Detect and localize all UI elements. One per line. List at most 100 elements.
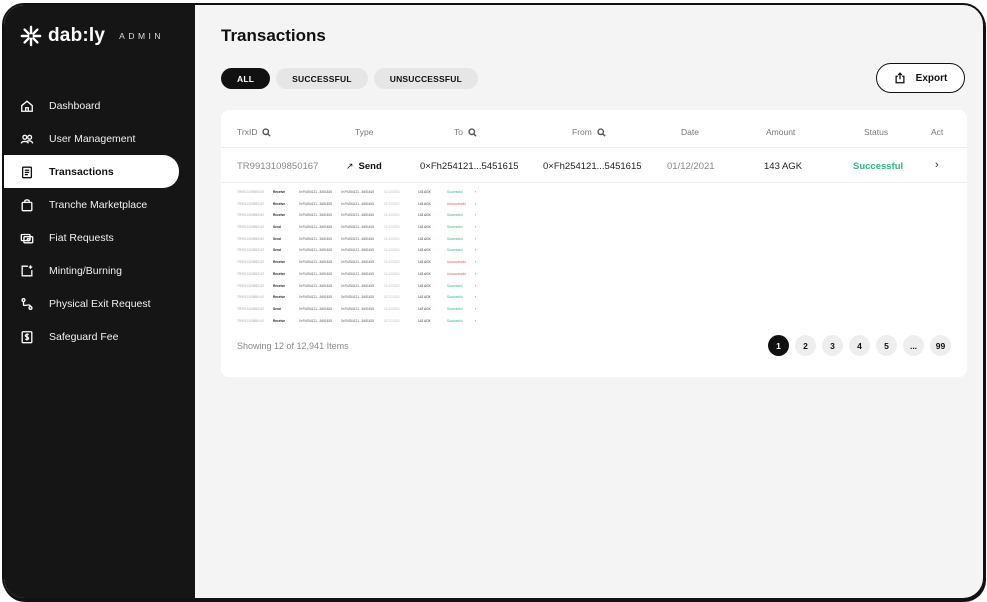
trx-to: 0×Fh254121...5451615 bbox=[299, 271, 333, 276]
table-row[interactable]: TR9913109850167 Send 0×Fh254121...5451615 0… bbox=[237, 245, 487, 257]
chevron-right-icon[interactable]: › bbox=[475, 319, 476, 323]
bag-icon bbox=[20, 198, 34, 212]
trx-from: 0×Fh254121...5451615 bbox=[341, 260, 375, 265]
status-filter-tabs: ALL SUCCESSFUL UNSUCCESSFUL bbox=[221, 68, 479, 89]
chevron-right-icon[interactable]: › bbox=[475, 237, 476, 241]
trx-to: 0×Fh254121...5451615 bbox=[299, 306, 333, 311]
brand-logo[interactable]: dab:ly ADMIN bbox=[20, 25, 164, 47]
trx-id: TR9913109850167 bbox=[237, 283, 265, 288]
filter-unsuccessful[interactable]: UNSUCCESSFUL bbox=[373, 68, 479, 89]
sidebar-item-label: Safeguard Fee bbox=[49, 330, 119, 343]
column-from[interactable]: From bbox=[572, 127, 606, 137]
search-icon[interactable] bbox=[262, 127, 272, 137]
trx-type: Send bbox=[273, 236, 281, 241]
table-row[interactable]: TR9913109850167 Receive 0×Fh254121...54516… bbox=[237, 269, 487, 281]
trx-from: 0×Fh254121...5451615 bbox=[341, 213, 375, 218]
table-row[interactable]: TR9913109850167 Send 0×Fh254121...5451615 0… bbox=[237, 304, 487, 316]
table-row[interactable]: TR9913109850167 ↗ Send 0×Fh254121...5451… bbox=[221, 149, 967, 183]
items-count: Showing 12 of 12,941 Items bbox=[237, 341, 349, 351]
chevron-right-icon[interactable]: › bbox=[935, 159, 939, 171]
page-1-button[interactable]: 1 bbox=[768, 335, 789, 356]
trx-id: TR9913109850167 bbox=[237, 248, 265, 253]
chevron-right-icon[interactable]: › bbox=[475, 213, 476, 217]
trx-date: 01/12/2021 bbox=[384, 213, 400, 218]
sidebar-item-user-management[interactable]: User Management bbox=[4, 122, 195, 155]
table-row[interactable]: TR9913109850167 Receive 0×Fh254121...54516… bbox=[237, 257, 487, 269]
sidebar-item-dashboard[interactable]: Dashboard bbox=[4, 89, 195, 122]
chevron-right-icon[interactable]: › bbox=[475, 307, 476, 311]
status-badge: Successful bbox=[447, 236, 463, 241]
users-icon bbox=[20, 132, 34, 146]
sidebar-item-physical-exit-request[interactable]: Physical Exit Request bbox=[4, 287, 195, 320]
sidebar-item-transactions[interactable]: Transactions bbox=[4, 155, 179, 188]
status-badge: Unsuccessful bbox=[447, 260, 466, 265]
sidebar-nav: Dashboard User Management Transactions T… bbox=[4, 89, 195, 353]
column-amount: Amount bbox=[766, 127, 795, 137]
page-4-button[interactable]: 4 bbox=[849, 335, 870, 356]
table-row[interactable]: TR9913109850167 Receive 0×Fh254121...54516… bbox=[237, 210, 487, 222]
table-row[interactable]: TR9913109850167 Receive 0×Fh254121...54516… bbox=[237, 281, 487, 293]
trx-amount: 143 AGK bbox=[418, 271, 431, 276]
trx-date: 01/12/2021 bbox=[384, 318, 400, 323]
chevron-right-icon[interactable]: › bbox=[475, 260, 476, 264]
trx-type: Send bbox=[273, 225, 281, 230]
page-99-button[interactable]: 99 bbox=[930, 335, 951, 356]
export-button[interactable]: Export bbox=[876, 63, 965, 93]
sidebar-item-fiat-requests[interactable]: Fiat Requests bbox=[4, 221, 195, 254]
trx-date: 01/12/2021 bbox=[384, 283, 400, 288]
sidebar-item-label: Transactions bbox=[49, 165, 114, 178]
sidebar: dab:ly ADMIN Dashboard User Management T… bbox=[4, 5, 195, 598]
status-badge: Successful bbox=[447, 225, 463, 230]
trx-date: 01/12/2021 bbox=[384, 225, 400, 230]
sidebar-item-tranche-marketplace[interactable]: Tranche Marketplace bbox=[4, 188, 195, 221]
column-label: TrxID bbox=[237, 127, 258, 137]
trx-id: TR9913109850167 bbox=[237, 318, 265, 323]
column-trxid[interactable]: TrxID bbox=[237, 127, 272, 137]
search-icon[interactable] bbox=[597, 127, 606, 137]
transactions-table: TrxID Type To From Date Amount Status Ac… bbox=[221, 110, 967, 377]
trx-amount: 143 AGK bbox=[418, 236, 431, 241]
table-row[interactable]: TR9913109850167 Receive 0×Fh254121...54516… bbox=[237, 199, 487, 211]
page-3-button[interactable]: 3 bbox=[822, 335, 843, 356]
table-row[interactable]: TR9913109850167 Receive 0×Fh254121...54516… bbox=[237, 187, 487, 199]
column-to[interactable]: To bbox=[454, 127, 477, 137]
chevron-right-icon[interactable]: › bbox=[475, 295, 476, 299]
chevron-right-icon[interactable]: › bbox=[475, 190, 476, 194]
brand-subtitle: ADMIN bbox=[119, 31, 165, 41]
trx-to: 0×Fh254121...5451615 bbox=[299, 213, 333, 218]
page-2-button[interactable]: 2 bbox=[795, 335, 816, 356]
trx-date: 01/12/2021 bbox=[384, 295, 400, 300]
filter-all[interactable]: ALL bbox=[221, 68, 271, 89]
trx-amount: 143 AGK bbox=[418, 213, 431, 218]
dollar-doc-icon bbox=[20, 330, 34, 344]
trx-to: 0×Fh254121...5451615 bbox=[299, 260, 333, 265]
chevron-right-icon[interactable]: › bbox=[475, 202, 476, 206]
trx-date: 01/12/2021 bbox=[384, 271, 400, 276]
trx-id: TR9913109850167 bbox=[237, 201, 265, 206]
chevron-right-icon[interactable]: › bbox=[475, 272, 476, 276]
chevron-right-icon[interactable]: › bbox=[475, 248, 476, 252]
trx-type: Receive bbox=[273, 201, 286, 206]
search-icon[interactable] bbox=[468, 127, 477, 137]
chevron-right-icon[interactable]: › bbox=[475, 225, 476, 229]
table-row[interactable]: TR9913109850167 Send 0×Fh254121...5451615 0… bbox=[237, 222, 487, 234]
trx-date: 01/12/2021 bbox=[384, 190, 400, 194]
pagination: 1 2 3 4 5 ... 99 bbox=[768, 335, 951, 356]
trx-from: 0×Fh254121...5451615 bbox=[341, 225, 375, 230]
column-action: Act bbox=[931, 127, 943, 137]
trx-to: 0×Fh254121...5451615 bbox=[299, 225, 333, 230]
sidebar-item-label: Dashboard bbox=[49, 99, 101, 112]
chevron-right-icon[interactable]: › bbox=[475, 284, 476, 288]
sidebar-item-safeguard-fee[interactable]: Safeguard Fee bbox=[4, 320, 195, 353]
table-row[interactable]: TR9913109850167 Receive 0×Fh254121...54516… bbox=[237, 292, 487, 304]
page-5-button[interactable]: 5 bbox=[876, 335, 897, 356]
cards-icon bbox=[20, 231, 34, 245]
table-row[interactable]: TR9913109850167 Send 0×Fh254121...5451615 0… bbox=[237, 234, 487, 246]
asterisk-flower-icon bbox=[20, 25, 42, 47]
sidebar-item-minting-burning[interactable]: Minting/Burning bbox=[4, 254, 195, 287]
status-badge: Unsuccessful bbox=[447, 271, 466, 276]
filter-successful[interactable]: SUCCESSFUL bbox=[276, 68, 368, 89]
table-row[interactable]: TR9913109850167 Receive 0×Fh254121...54516… bbox=[237, 316, 487, 328]
trx-id: TR9913109850167 bbox=[237, 260, 265, 265]
trx-type: Receive bbox=[273, 318, 286, 323]
